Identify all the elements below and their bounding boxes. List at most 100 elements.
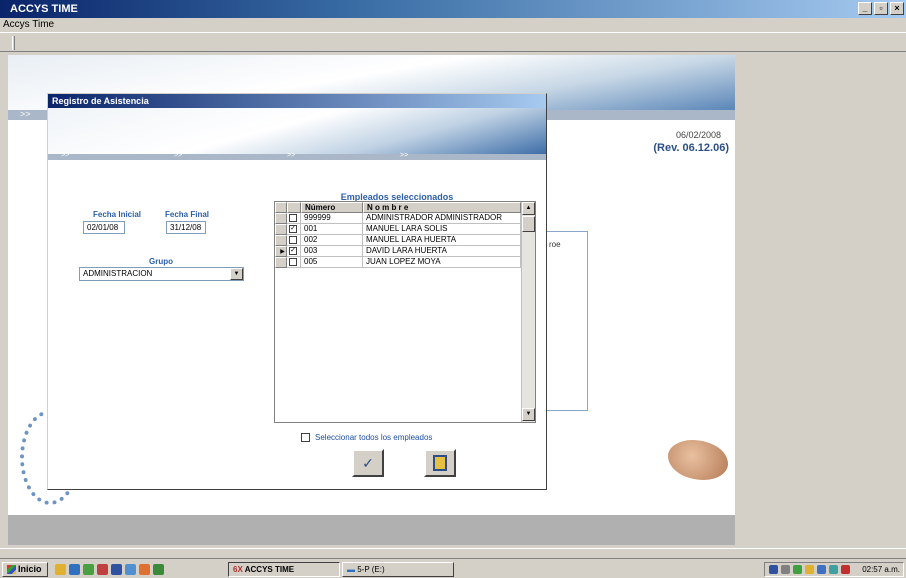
close-button[interactable]: × [890, 2, 904, 15]
row-indicator[interactable] [275, 235, 287, 246]
background-panel: roe [542, 231, 588, 411]
minimize-button[interactable]: _ [858, 2, 872, 15]
tray-monitor-icon[interactable] [817, 565, 826, 574]
restore-button[interactable]: ▫ [874, 2, 888, 15]
dialog-nav: >> >> >> >> [48, 152, 546, 160]
table-row[interactable]: ✓ 001 MANUEL LARA SOLIS [275, 224, 521, 235]
folder-icon[interactable] [55, 564, 66, 575]
fecha-final-field[interactable]: 31/12/08 [166, 221, 206, 234]
row-check-cell[interactable] [287, 213, 301, 224]
select-all-checkbox[interactable]: Seleccionar todos los empleados [301, 433, 433, 443]
dialog-nav-item[interactable]: >> [174, 152, 182, 159]
taskbar-upper-strip [0, 549, 906, 559]
window-title: ACCYS TIME [10, 3, 78, 15]
row-numero: 003 [301, 246, 363, 257]
dialog-nav-item[interactable]: >> [287, 152, 295, 159]
fecha-inicial-label: Fecha Inicial [93, 210, 142, 219]
window-controls: _ ▫ × [858, 2, 904, 15]
toolbar [0, 32, 906, 52]
excel-icon[interactable] [83, 564, 94, 575]
accys-time-icon: 6X [233, 565, 243, 574]
table-row[interactable]: ▶ ✓ 003 DAVID LARA HUERTA [275, 246, 521, 257]
table-row[interactable]: 005 JUAN LOPEZ MOYA [275, 257, 521, 268]
revision-label: (Rev. 06.12.06) [653, 142, 729, 154]
checkbox[interactable] [289, 214, 297, 222]
header-indicator [275, 202, 287, 213]
main-title-bar: ACCYS TIME _ ▫ × [0, 0, 906, 18]
current-row-arrow-icon[interactable]: ▶ [275, 246, 287, 257]
workspace-footer [8, 515, 735, 545]
row-indicator[interactable] [275, 224, 287, 235]
row-numero: 999999 [301, 213, 363, 224]
tray-sync-icon[interactable] [829, 565, 838, 574]
grupo-label: Grupo [149, 257, 173, 266]
tray-app-icon[interactable] [769, 565, 778, 574]
tray-network-icon[interactable] [793, 565, 802, 574]
checkbox[interactable] [289, 236, 297, 244]
select-all-label: Seleccionar todos los empleados [315, 433, 433, 442]
exit-button[interactable] [424, 449, 456, 477]
nav-arrows[interactable]: >> [20, 109, 31, 119]
row-check-cell[interactable] [287, 235, 301, 246]
tray-expand-icon[interactable] [781, 565, 790, 574]
dialog-title: Registro de Asistencia [48, 94, 546, 108]
menu-item-accys-time[interactable]: Accys Time [3, 19, 54, 30]
current-date: 06/02/2008 [675, 130, 721, 140]
dialog-banner [48, 108, 546, 154]
grupo-value: ADMINISTRACION [83, 269, 153, 278]
row-check-cell[interactable]: ✓ [287, 246, 301, 257]
menu-bar: Accys Time [0, 18, 906, 32]
row-nombre: JUAN LOPEZ MOYA [363, 257, 521, 268]
start-button[interactable]: Inicio [2, 562, 48, 577]
taskbar: Inicio 6X ACCYS TIME ▬ 5-P (E:) 02:57 a.… [0, 548, 906, 578]
dialog-nav-item[interactable]: >> [400, 152, 408, 159]
chevron-down-icon[interactable]: ▼ [230, 268, 243, 280]
browser-icon[interactable] [69, 564, 80, 575]
scroll-thumb[interactable] [522, 216, 535, 232]
start-label: Inicio [18, 564, 42, 574]
checkbox-checked[interactable]: ✓ [289, 247, 297, 255]
row-numero: 005 [301, 257, 363, 268]
table-row[interactable]: 999999 ADMINISTRADOR ADMINISTRADOR [275, 213, 521, 224]
header-nombre[interactable]: N o m b r e [363, 202, 521, 213]
header-numero[interactable]: Número [301, 202, 363, 213]
employees-grid[interactable]: Número N o m b r e 999999 ADMINISTRADOR … [274, 201, 536, 423]
quick-launch [55, 564, 164, 575]
exit-door-icon [433, 455, 447, 471]
header-check [287, 202, 301, 213]
windows-flag-icon [7, 565, 16, 575]
row-indicator[interactable] [275, 213, 287, 224]
dialog-nav-item[interactable]: >> [61, 152, 69, 159]
tray-icons [769, 565, 850, 574]
outlook-icon[interactable] [125, 564, 136, 575]
taskbar-button-accys-time[interactable]: 6X ACCYS TIME [228, 562, 340, 577]
scroll-up-icon[interactable]: ▲ [522, 202, 535, 215]
toolbar-grip[interactable] [12, 36, 15, 50]
checkbox[interactable] [301, 433, 310, 443]
registro-asistencia-dialog: Registro de Asistencia >> >> >> >> Fecha… [47, 93, 547, 490]
grid-header: Número N o m b r e [275, 202, 521, 213]
checkbox[interactable] [289, 258, 297, 266]
row-check-cell[interactable] [287, 257, 301, 268]
app-icon[interactable] [153, 564, 164, 575]
vertical-scrollbar[interactable]: ▲ ▼ [521, 202, 535, 422]
scroll-down-icon[interactable]: ▼ [522, 408, 535, 421]
checkbox-checked[interactable]: ✓ [289, 225, 297, 233]
tray-alert-icon[interactable] [841, 565, 850, 574]
fecha-final-label: Fecha Final [165, 210, 210, 219]
row-indicator[interactable] [275, 257, 287, 268]
drive-icon: ▬ [347, 565, 355, 574]
powerpoint-icon[interactable] [97, 564, 108, 575]
row-nombre: MANUEL LARA HUERTA [363, 235, 521, 246]
row-check-cell[interactable]: ✓ [287, 224, 301, 235]
firefox-icon[interactable] [139, 564, 150, 575]
taskbar-button-drive[interactable]: ▬ 5-P (E:) [342, 562, 454, 577]
tray-security-icon[interactable] [805, 565, 814, 574]
system-tray: 02:57 a.m. [764, 562, 904, 577]
clock[interactable]: 02:57 a.m. [862, 565, 900, 574]
accept-button[interactable]: ✓ [352, 449, 384, 477]
word-icon[interactable] [111, 564, 122, 575]
table-row[interactable]: 002 MANUEL LARA HUERTA [275, 235, 521, 246]
grupo-select[interactable]: ADMINISTRACION ▼ [79, 267, 244, 281]
fecha-inicial-field[interactable]: 02/01/08 [83, 221, 125, 234]
